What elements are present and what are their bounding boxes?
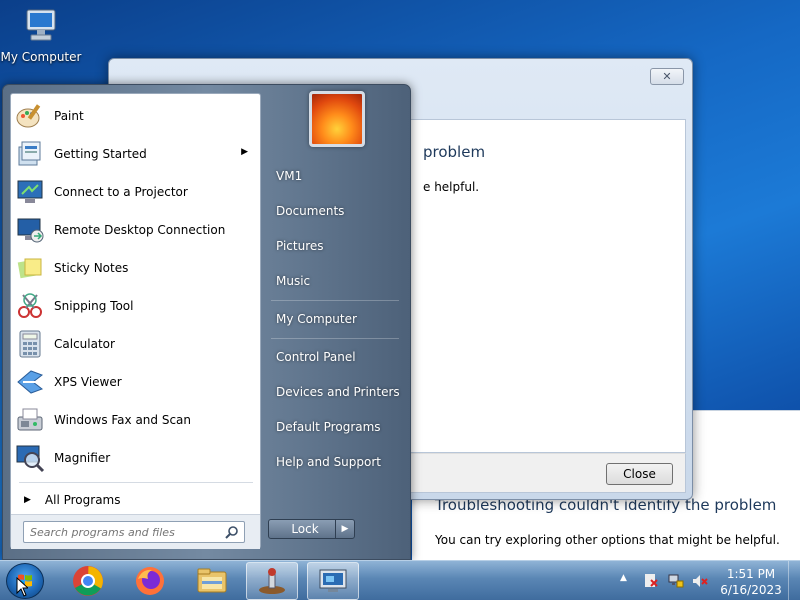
submenu-arrow-icon: ▶ (241, 147, 248, 157)
program-label: Paint (54, 109, 84, 123)
file-explorer-icon (197, 568, 227, 593)
right-item-default-programs[interactable]: Default Programs (265, 412, 403, 442)
remote-session-icon (319, 569, 347, 592)
program-item-snipping-tool[interactable]: Snipping Tool (14, 288, 258, 324)
program-label: Snipping Tool (54, 299, 134, 313)
close-button[interactable]: Close (606, 463, 673, 485)
program-item-sticky-notes[interactable]: Sticky Notes (14, 250, 258, 286)
dialog-title: problem (423, 143, 486, 161)
right-item-pictures[interactable]: Pictures (265, 231, 403, 261)
show-desktop-button[interactable] (788, 561, 800, 600)
taskbar-file-explorer[interactable] (186, 562, 238, 600)
show-hidden-icons-button[interactable]: ▲ (620, 573, 627, 583)
right-item-vm1[interactable]: VM1 (265, 161, 403, 191)
lock-button[interactable]: Lock (268, 519, 342, 539)
taskbar-troubleshooter[interactable] (246, 562, 298, 600)
projector-icon (14, 176, 46, 208)
computer-icon (21, 6, 61, 46)
search-area (11, 514, 260, 549)
mouse-cursor-icon (16, 577, 28, 597)
divider (19, 482, 253, 483)
clock-date: 6/16/2023 (720, 583, 782, 597)
right-item-my-computer[interactable]: My Computer (265, 304, 403, 334)
system-clock[interactable]: 1:51 PM 6/16/2023 (716, 566, 786, 598)
chevron-right-icon: ▶ (341, 524, 349, 534)
program-label: Magnifier (54, 451, 111, 465)
result-text: You can try exploring other options that… (435, 533, 780, 547)
troubleshooter-icon (259, 568, 285, 594)
program-label: XPS Viewer (54, 375, 122, 389)
right-item-help-support[interactable]: Help and Support (265, 447, 403, 477)
user-avatar[interactable] (309, 91, 365, 147)
program-item-magnifier[interactable]: Magnifier (14, 440, 258, 476)
triangle-right-icon: ▶ (24, 495, 31, 505)
sticky-notes-icon (14, 252, 46, 284)
program-item-paint[interactable]: Paint (14, 98, 258, 134)
clock-time: 1:51 PM (726, 567, 776, 581)
right-item-documents[interactable]: Documents (265, 196, 403, 226)
program-label: Sticky Notes (54, 261, 129, 275)
all-programs-label: All Programs (44, 493, 121, 507)
close-icon: ✕ (662, 70, 672, 83)
taskbar: ▲ 1:51 PM 6/16/2023 (0, 560, 800, 600)
firefox-icon (136, 567, 164, 595)
search-input[interactable] (24, 522, 219, 542)
remote-desktop-icon (14, 214, 46, 246)
snipping-tool-icon (14, 290, 46, 322)
divider (271, 338, 399, 339)
xps-viewer-icon (14, 366, 46, 398)
start-menu: Paint Getting Started ▶ Connect to a Pro… (2, 84, 411, 560)
program-item-fax-scan[interactable]: Windows Fax and Scan (14, 402, 258, 438)
desktop-icon-label: My Computer (0, 50, 82, 64)
action-center-icon[interactable] (643, 573, 659, 589)
right-item-control-panel[interactable]: Control Panel (265, 342, 403, 372)
fax-scan-icon (14, 404, 46, 436)
getting-started-icon (14, 138, 46, 170)
taskbar-remote-session[interactable] (307, 562, 359, 600)
window-close-button[interactable]: ✕ (650, 68, 684, 85)
programs-pane: Paint Getting Started ▶ Connect to a Pro… (10, 93, 261, 549)
calculator-icon (14, 328, 46, 360)
magnifier-icon (14, 442, 46, 474)
divider (271, 300, 399, 301)
program-item-xps-viewer[interactable]: XPS Viewer (14, 364, 258, 400)
program-item-connect-projector[interactable]: Connect to a Projector (14, 174, 258, 210)
right-item-devices-printers[interactable]: Devices and Printers (265, 377, 403, 407)
program-label: Getting Started (54, 147, 147, 161)
program-label: Connect to a Projector (54, 185, 188, 199)
right-item-music[interactable]: Music (265, 266, 403, 296)
chrome-icon (73, 566, 103, 596)
program-item-remote-desktop[interactable]: Remote Desktop Connection (14, 212, 258, 248)
dialog-text: e helpful. (423, 180, 480, 194)
search-icon[interactable] (225, 525, 239, 539)
taskbar-chrome[interactable] (62, 562, 114, 600)
taskbar-firefox[interactable] (124, 562, 176, 600)
shutdown-options-button[interactable]: ▶ (335, 519, 355, 539)
program-item-calculator[interactable]: Calculator (14, 326, 258, 362)
all-programs-button[interactable]: ▶ All Programs (14, 487, 258, 513)
search-box (23, 521, 245, 543)
program-label: Remote Desktop Connection (54, 223, 226, 237)
program-label: Calculator (54, 337, 115, 351)
program-item-getting-started[interactable]: Getting Started ▶ (14, 136, 258, 172)
volume-muted-icon[interactable] (692, 573, 708, 589)
desktop-icon-my-computer[interactable]: My Computer (0, 6, 82, 64)
program-label: Windows Fax and Scan (54, 413, 192, 427)
network-icon[interactable] (668, 573, 684, 589)
paint-icon (14, 100, 46, 132)
